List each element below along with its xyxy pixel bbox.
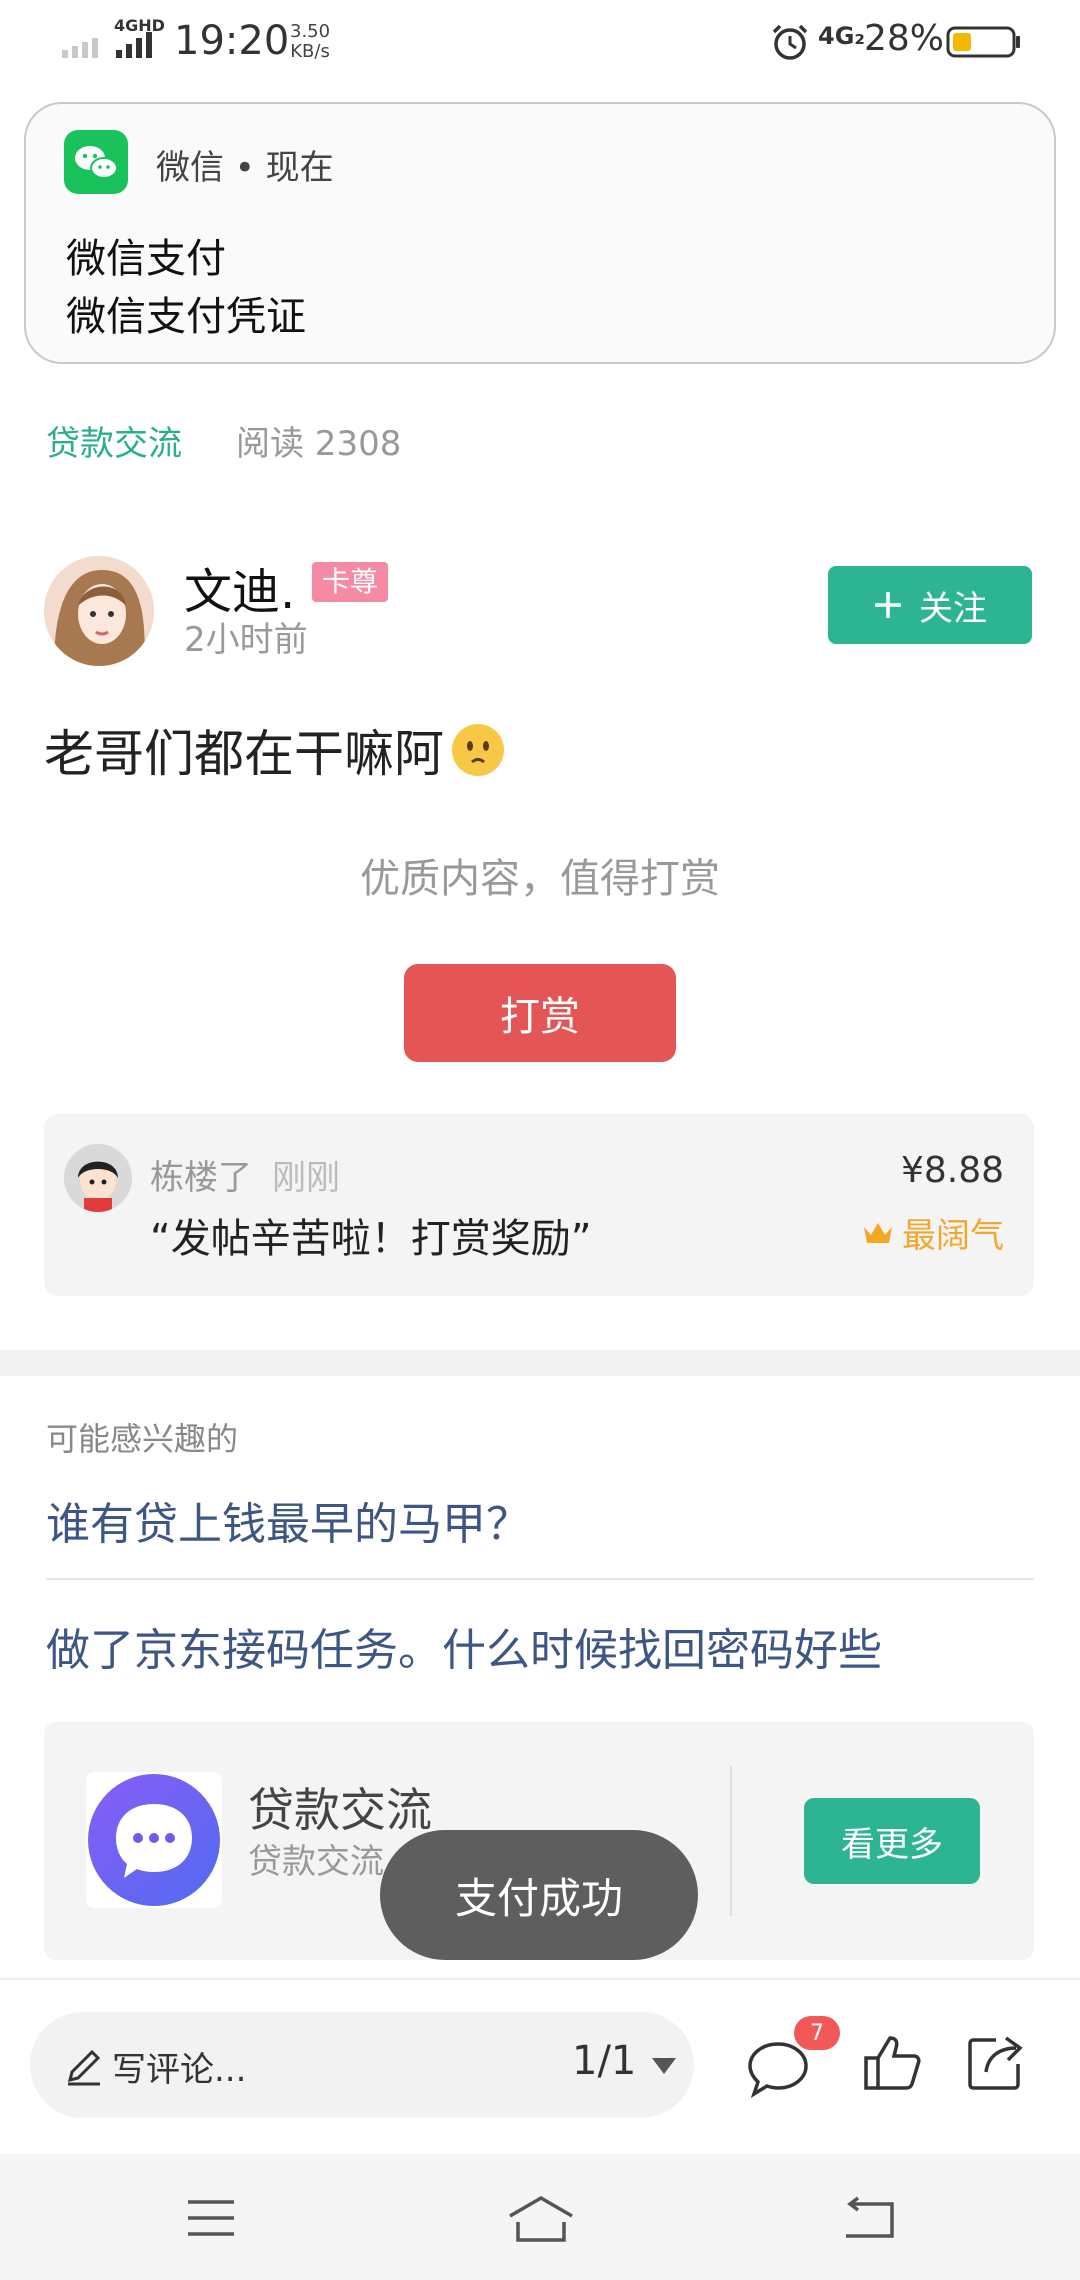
tip-rank-label: 最阔气 [902,1216,1004,1256]
post-content: 老哥们都在干嘛阿 [44,714,504,786]
net-speed: 3.50 KB/s [290,22,330,62]
author-avatar[interactable] [44,556,154,666]
topic-card-name: 贷款交流 [248,1783,432,1837]
vip-badge: 卡尊 [312,562,389,602]
tipper-name[interactable]: 栋楼了 [150,1150,252,1199]
related-divider [46,1578,1034,1580]
menu-icon[interactable] [186,2198,236,2238]
net-speed-value: 3.50 [290,21,331,42]
comment-placeholder: 写评论... [112,2050,247,2090]
thinking-face-emoji-icon [452,724,504,776]
notification-body: 微信支付凭证 [66,294,306,340]
tip-hint: 优质内容，值得打赏 [360,856,720,902]
bottom-action-bar: 写评论... 1/1 7 [0,1978,1080,2154]
battery-icon [946,26,1020,58]
see-more-button[interactable]: 看更多 [804,1798,980,1884]
read-count: 阅读 2308 [236,424,402,464]
section-divider [0,1350,1080,1376]
comment-input[interactable]: 写评论... 1/1 [30,2012,694,2118]
tipper-avatar[interactable] [64,1144,132,1212]
post-text: 老哥们都在干嘛阿 [44,725,444,783]
notification-title: 微信支付 [66,236,226,282]
mobile-data-indicator: 4G₂ [818,22,865,50]
comment-count-badge: 7 [794,2016,840,2050]
related-item[interactable]: 做了京东接码任务。什么时候找回密码好些 [46,1614,882,1678]
follow-label: 关注 [919,588,987,629]
topic-card-divider [730,1766,732,1916]
home-icon[interactable] [506,2194,576,2244]
crown-icon [864,1222,892,1243]
wechat-icon [64,130,128,194]
chat-bubble-icon [88,1774,220,1906]
related-item[interactable]: 谁有贷上钱最早的马甲？ [46,1488,530,1552]
topic-card-subtitle: 贷款交流 [248,1842,384,1882]
thumbs-up-icon[interactable] [862,2032,922,2092]
page-indicator[interactable]: 1/1 [572,2038,636,2084]
topic-link[interactable]: 贷款交流 [46,416,182,465]
wechat-notification[interactable]: 微信 • 现在 微信支付 微信支付凭证 [24,102,1056,364]
system-nav-bar [0,2154,1080,2280]
plus-icon [875,592,901,618]
notification-app: 微信 • 现在 [156,148,334,188]
clock: 19:20 [174,18,290,64]
tip-time: 刚刚 [272,1158,340,1198]
status-bar: 4GHD 19:20 3.50 KB/s 4G₂ 28% [0,0,1080,88]
tip-record: 栋楼了 刚刚 “发帖辛苦啦！打赏奖励” ¥8.88 最阔气 [44,1114,1034,1296]
back-icon[interactable] [842,2196,896,2240]
follow-button[interactable]: 关注 [828,566,1032,644]
tip-rank: 最阔气 [862,1208,1004,1257]
payment-success-toast: 支付成功 [380,1830,698,1960]
alarm-icon [772,24,808,60]
tip-message: “发帖辛苦啦！打赏奖励” [150,1216,592,1262]
topic-icon-frame [86,1772,222,1908]
share-icon[interactable] [966,2032,1026,2092]
net-speed-unit: KB/s [290,41,330,62]
tip-amount: ¥8.88 [900,1150,1004,1191]
pencil-icon [67,2049,101,2086]
post-time: 2小时前 [184,620,308,660]
dropdown-arrow-icon[interactable] [650,2056,678,2076]
tip-button[interactable]: 打赏 [404,964,676,1062]
network-type: 4GHD [114,16,165,35]
battery-percent: 28% [864,18,945,59]
related-title: 可能感兴趣的 [46,1420,239,1458]
